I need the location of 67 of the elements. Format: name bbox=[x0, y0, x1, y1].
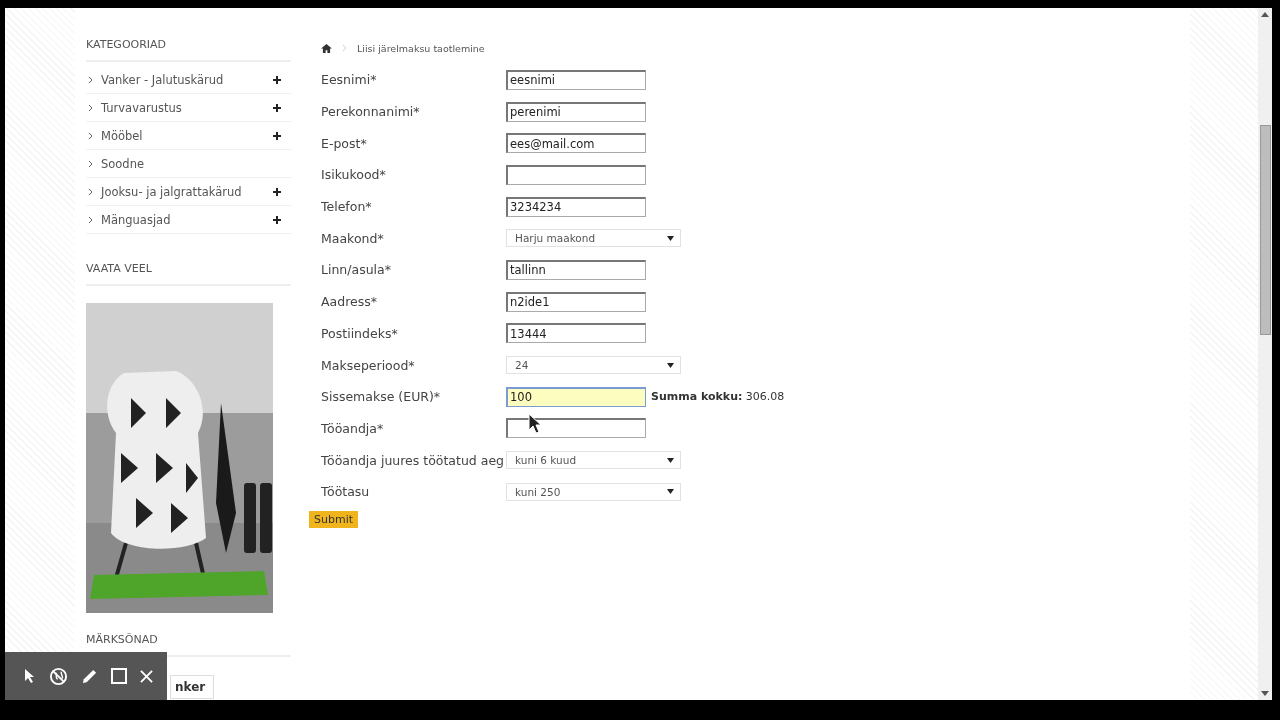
field-label: Perekonnanimi* bbox=[321, 104, 421, 120]
dropdown[interactable]: Harju maakond bbox=[506, 229, 681, 248]
pencil-icon[interactable] bbox=[80, 667, 98, 685]
chevron-icon bbox=[342, 44, 347, 52]
scrollbar-thumb[interactable] bbox=[1259, 125, 1271, 335]
plus-icon[interactable] bbox=[273, 75, 281, 84]
chevron-icon bbox=[88, 187, 93, 196]
plus-icon[interactable] bbox=[273, 131, 281, 140]
section-heading: VAATA VEEL bbox=[86, 234, 291, 286]
input-field[interactable]: tallinn bbox=[506, 259, 646, 280]
input-field[interactable]: ees@mail.com bbox=[506, 133, 646, 154]
field-label: Aadress* bbox=[321, 294, 378, 310]
field-label: Eesnimi* bbox=[321, 72, 378, 88]
input-field[interactable]: 100 bbox=[506, 386, 646, 407]
caret-icon bbox=[667, 235, 674, 241]
dropdown[interactable]: kuni 250 bbox=[506, 482, 681, 501]
home-icon[interactable] bbox=[321, 43, 332, 53]
input-field[interactable] bbox=[506, 418, 646, 439]
field-label: Telefon* bbox=[321, 199, 373, 215]
scroll-down-icon[interactable] bbox=[1261, 691, 1269, 696]
category-link[interactable]: Vanker - Jalutuskärud bbox=[101, 72, 273, 87]
field-label: Tööandja juures töötatud aeg bbox=[321, 452, 506, 468]
input-field[interactable]: eesnimi bbox=[506, 69, 646, 90]
section-heading: KATEGOORIAD bbox=[86, 8, 291, 62]
field-label: Makseperiood* bbox=[321, 357, 416, 373]
chevron-icon bbox=[88, 75, 93, 84]
input-field[interactable]: perenimi bbox=[506, 101, 646, 122]
chevron-icon bbox=[88, 131, 93, 140]
chevron-icon bbox=[88, 103, 93, 112]
total-text: Summa kokku: 306.08 bbox=[651, 390, 785, 404]
breadcrumb-current: Liisi järelmaksu taotlemine bbox=[357, 42, 485, 54]
plus-icon[interactable] bbox=[273, 103, 281, 112]
square-icon[interactable] bbox=[110, 668, 127, 684]
chevron-icon bbox=[88, 159, 93, 168]
blocked-globe-icon[interactable] bbox=[48, 666, 68, 686]
submit-button[interactable]: Submit bbox=[309, 510, 359, 528]
plus-icon[interactable] bbox=[273, 187, 281, 196]
caret-icon bbox=[667, 457, 674, 463]
field-label: Postiindeks* bbox=[321, 325, 399, 341]
caret-icon bbox=[667, 489, 674, 495]
plus-icon[interactable] bbox=[273, 215, 281, 224]
scrollbar[interactable] bbox=[1258, 8, 1272, 700]
caret-icon bbox=[667, 362, 674, 368]
field-label: Maakond* bbox=[321, 230, 385, 246]
pointer-icon[interactable] bbox=[23, 668, 36, 684]
chevron-icon bbox=[88, 215, 93, 224]
field-label: Töötasu bbox=[321, 484, 371, 500]
input-field[interactable] bbox=[506, 164, 646, 185]
input-field[interactable]: n2ide1 bbox=[506, 291, 646, 312]
input-field[interactable]: 3234234 bbox=[506, 196, 646, 217]
input-field[interactable]: 13444 bbox=[506, 323, 646, 344]
field-label: Sissemakse (EUR)* bbox=[321, 389, 442, 405]
category-link[interactable]: Mänguasjad bbox=[101, 212, 273, 227]
tag-link[interactable]: nker bbox=[170, 675, 215, 699]
dropdown[interactable]: kuni 6 kuud bbox=[506, 451, 681, 470]
field-label: Tööandja* bbox=[321, 420, 385, 436]
field-label: Linn/asula* bbox=[321, 262, 392, 278]
category-link[interactable]: Mööbel bbox=[101, 128, 273, 143]
scroll-up-icon[interactable] bbox=[1261, 12, 1269, 17]
category-link[interactable]: Turvavarustus bbox=[101, 100, 273, 115]
dropdown[interactable]: 24 bbox=[506, 356, 681, 375]
category-link[interactable]: Soodne bbox=[101, 156, 291, 171]
category-link[interactable]: Jooksu- ja jalgrattakärud bbox=[101, 184, 273, 199]
field-label: Isikukood* bbox=[321, 167, 387, 183]
close-icon[interactable] bbox=[139, 669, 153, 683]
field-label: E-post* bbox=[321, 135, 368, 151]
pointer-icon bbox=[528, 413, 542, 435]
